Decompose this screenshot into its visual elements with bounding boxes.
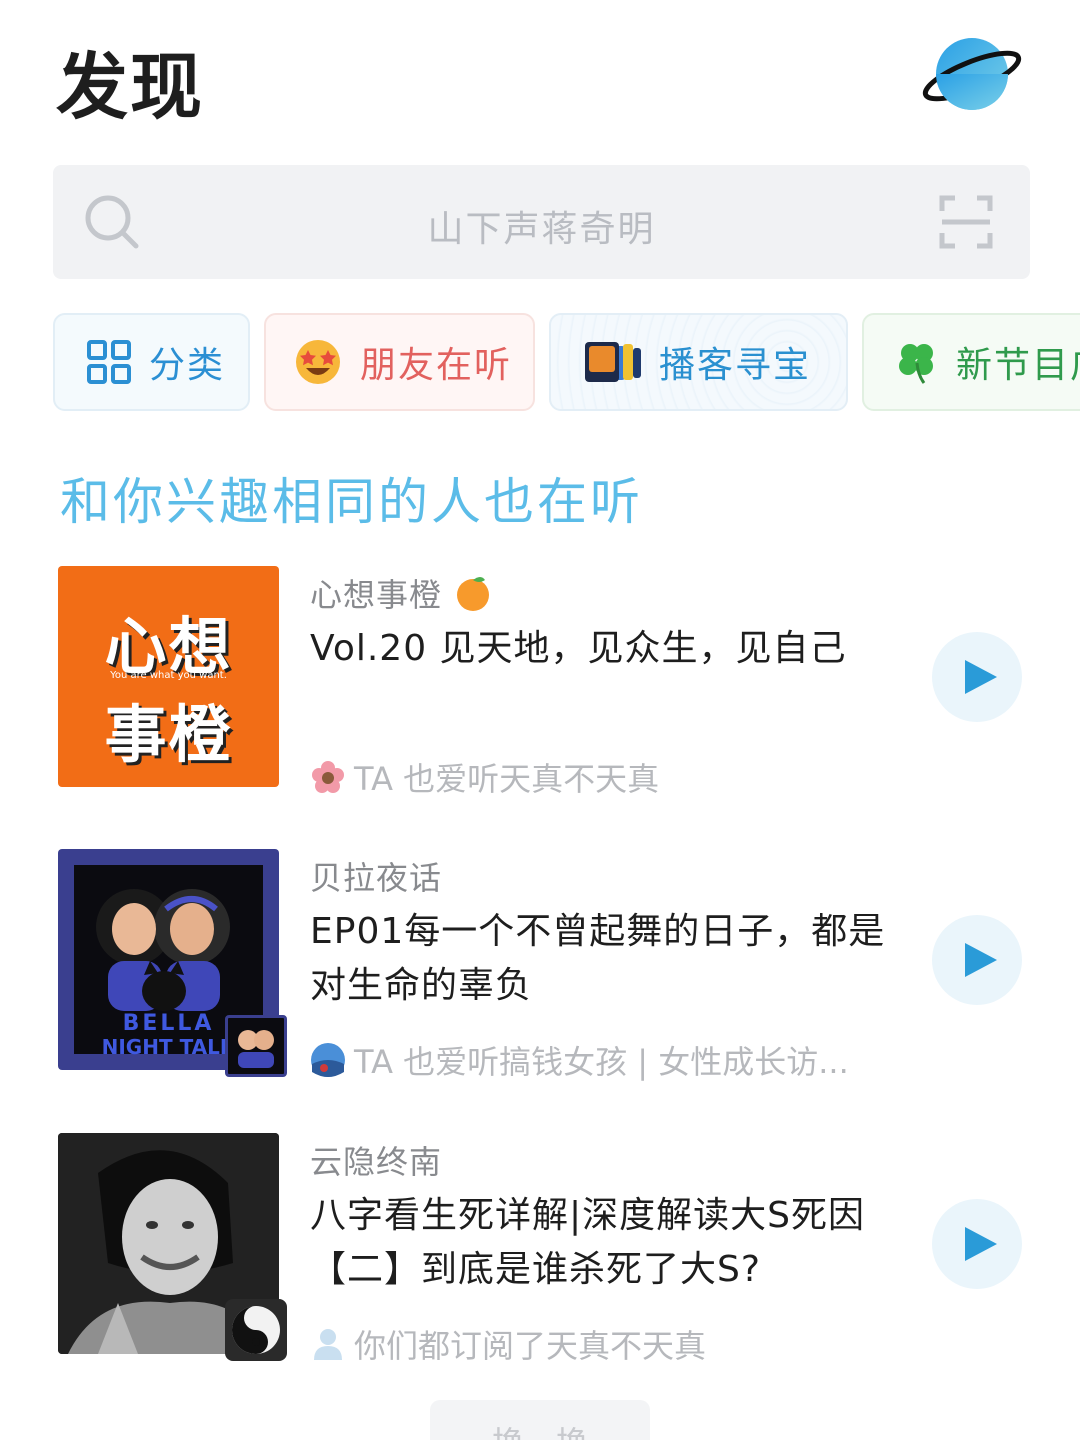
chip-label: 朋友在听 <box>360 345 513 386</box>
cover-title-bottom: 事橙 <box>104 698 233 771</box>
episode-title[interactable]: EP01每一个不曾起舞的日子，都是对生命的辜负 <box>310 905 890 1013</box>
play-button[interactable] <box>932 915 1022 1005</box>
user-avatar-icon <box>311 1043 345 1077</box>
category-chips: 分类 朋友在听 播客寻宝 新节目广 <box>53 313 1080 413</box>
orange-emoji-icon <box>457 577 490 611</box>
chip-label: 分类 <box>149 345 226 386</box>
search-bar[interactable]: 山下声蒋奇明 <box>53 165 1030 279</box>
list-item[interactable]: 心想 You are what you want. 事橙 心想事橙 Vol.20… <box>0 566 1080 806</box>
scan-icon[interactable] <box>939 195 993 249</box>
chip-label: 播客寻宝 <box>659 345 812 386</box>
chip-podcast-treasure[interactable]: 播客寻宝 <box>549 313 848 411</box>
clover-icon <box>899 344 933 384</box>
play-icon <box>965 943 997 977</box>
header: 发现 <box>0 0 1080 150</box>
recommend-reason: 你们都订阅了天真不天真 <box>310 1321 890 1367</box>
episode-title[interactable]: Vol.20 见天地，见众生，见自己 <box>310 622 890 676</box>
chip-friends-listening[interactable]: 朋友在听 <box>264 313 535 411</box>
chip-label: 新节目广 <box>956 345 1080 386</box>
section-title: 和你兴趣相同的人也在听 <box>60 473 643 531</box>
play-button[interactable] <box>932 632 1022 722</box>
play-icon <box>965 1227 997 1261</box>
episode-thumbnail <box>225 1015 287 1077</box>
chip-new-shows[interactable]: 新节目广 <box>862 313 1080 411</box>
cover-subtitle: You are what you want. <box>110 670 227 681</box>
list-item[interactable]: BELLA NIGHT TALK 贝拉夜话 EP01每一个不曾起舞的日子，都是对… <box>0 849 1080 1089</box>
page-title: 发现 <box>56 45 205 129</box>
list-item[interactable]: 云隐终南 八字看生死详解|深度解读大S死因【二】到底是谁杀死了大S? 你们都订阅… <box>0 1133 1080 1373</box>
podcast-name: 贝拉夜话 <box>310 859 443 897</box>
refresh-label: 换一换 <box>492 1424 588 1440</box>
grid-icon <box>87 340 131 384</box>
recommend-reason: TA 也爱听天真不天真 <box>310 754 890 800</box>
chip-category[interactable]: 分类 <box>53 313 250 411</box>
podcast-cards-icon <box>585 342 641 382</box>
play-icon <box>965 660 997 694</box>
episode-title[interactable]: 八字看生死详解|深度解读大S死因【二】到底是谁杀死了大S? <box>310 1189 890 1297</box>
play-button[interactable] <box>932 1199 1022 1289</box>
podcast-cover: 心想 You are what you want. 事橙 <box>58 566 279 787</box>
flower-avatar-icon <box>312 761 344 793</box>
yin-yang-icon <box>225 1299 287 1361</box>
refresh-button[interactable]: 换一换 <box>430 1400 650 1440</box>
search-input[interactable]: 山下声蒋奇明 <box>53 200 1030 252</box>
planet-icon[interactable] <box>920 34 1024 114</box>
person-icon <box>314 1329 342 1360</box>
recommend-reason: TA 也爱听搞钱女孩 | 女性成长访... <box>310 1037 890 1083</box>
podcast-name: 云隐终南 <box>310 1143 443 1181</box>
star-eyes-emoji-icon <box>296 340 340 384</box>
podcast-name: 心想事橙 <box>310 570 493 616</box>
